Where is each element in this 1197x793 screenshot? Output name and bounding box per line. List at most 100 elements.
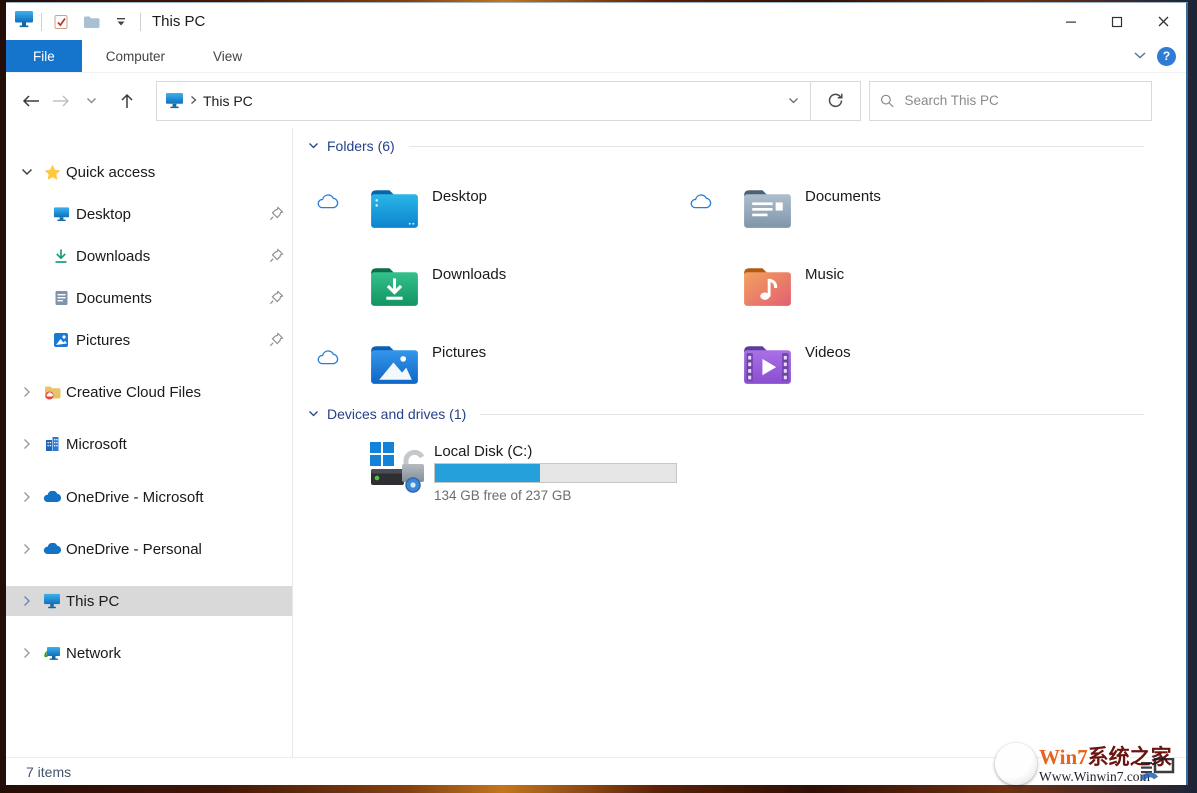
customize-toolbar-dropdown[interactable]	[109, 10, 133, 34]
document-icon	[52, 289, 70, 307]
sidebar-item-onedrive-personal[interactable]: OneDrive - Personal	[6, 534, 292, 564]
sidebar-item-quick-access[interactable]: Quick access	[6, 157, 292, 187]
explorer-window: This PC File Computer View ?	[6, 2, 1188, 785]
watermark: Win7系统之家 Www.Winwin7.com	[993, 741, 1193, 793]
onedrive-cloud-icon	[43, 540, 61, 558]
system-drive-icon	[366, 436, 426, 496]
windows-flag-logo-icon	[995, 743, 1037, 785]
recent-locations-chevron-icon[interactable]	[76, 86, 106, 116]
pin-icon	[269, 290, 284, 309]
sidebar-item-network[interactable]: Network	[6, 638, 292, 668]
star-icon	[43, 163, 61, 181]
breadcrumb[interactable]: This PC	[203, 93, 253, 109]
onedrive-status-cloud-icon	[689, 193, 712, 210]
sidebar-item-downloads[interactable]: Downloads	[6, 241, 292, 271]
group-divider	[480, 414, 1144, 415]
chevron-right-icon[interactable]	[19, 593, 35, 609]
forward-button[interactable]	[46, 86, 76, 116]
overlapping-monitor-glyph-icon	[1141, 758, 1175, 789]
collapse-group-chevron-icon[interactable]	[308, 142, 319, 150]
folder-tile-desktop[interactable]: Desktop	[301, 179, 487, 236]
back-button[interactable]	[16, 86, 46, 116]
onedrive-status-cloud-icon	[316, 193, 339, 210]
pin-icon	[269, 248, 284, 267]
address-bar[interactable]: This PC	[156, 81, 811, 121]
videos-folder-icon	[739, 335, 796, 392]
folder-tile-downloads[interactable]: Downloads	[301, 257, 506, 314]
onedrive-status-cloud-icon	[316, 349, 339, 366]
pin-icon	[269, 332, 284, 351]
sidebar-item-desktop[interactable]: Desktop	[6, 199, 292, 229]
pictures-folder-icon	[366, 335, 423, 392]
search-icon	[880, 93, 895, 109]
sidebar-item-onedrive-microsoft[interactable]: OneDrive - Microsoft	[6, 482, 292, 512]
item-count: 7 items	[26, 764, 71, 780]
minimize-button[interactable]	[1048, 3, 1094, 40]
sidebar-item-microsoft[interactable]: Microsoft	[6, 429, 292, 459]
folder-tile-music[interactable]: Music	[674, 257, 844, 314]
creative-cloud-folder-icon	[43, 383, 61, 401]
sidebar-item-documents[interactable]: Documents	[6, 283, 292, 313]
sidebar-item-creative-cloud-files[interactable]: Creative Cloud Files	[6, 377, 292, 407]
this-pc-icon	[165, 92, 184, 109]
watermark-brand-prefix: Win7	[1039, 745, 1088, 769]
desktop-icon	[52, 205, 70, 223]
navigation-bar: This PC	[6, 73, 1186, 128]
titlebar-separator	[41, 13, 42, 31]
tab-view[interactable]: View	[189, 40, 266, 72]
refresh-button[interactable]	[811, 81, 861, 121]
pin-icon	[269, 206, 284, 225]
navigation-pane: Quick access Desktop Downloads Documents…	[6, 128, 293, 757]
help-icon[interactable]: ?	[1157, 47, 1176, 66]
quick-access-toolbar	[49, 10, 133, 34]
folder-tile-documents[interactable]: Documents	[674, 179, 881, 236]
chevron-right-icon[interactable]	[19, 645, 35, 661]
minimize-ribbon-chevron-icon[interactable]	[1133, 47, 1147, 65]
tab-file[interactable]: File	[6, 40, 82, 72]
search-box[interactable]	[869, 81, 1152, 121]
drive-tile-local-disk-c[interactable]: Local Disk (C:) 134 GB free of 237 GB	[366, 436, 677, 503]
search-input[interactable]	[905, 93, 1142, 108]
folder-tile-videos[interactable]: Videos	[674, 335, 851, 392]
documents-folder-icon	[739, 179, 796, 236]
chevron-right-icon[interactable]	[19, 384, 35, 400]
close-button[interactable]	[1140, 3, 1186, 40]
drive-name: Local Disk (C:)	[434, 443, 677, 460]
file-list-pane: Folders (6) Desktop Documents	[293, 128, 1186, 757]
breadcrumb-chevron-icon[interactable]	[190, 94, 197, 108]
tab-computer[interactable]: Computer	[82, 40, 189, 72]
maximize-button[interactable]	[1094, 3, 1140, 40]
chevron-down-icon[interactable]	[19, 164, 35, 180]
downloads-folder-icon	[366, 257, 423, 314]
disk-usage-bar	[434, 463, 677, 483]
titlebar-separator	[140, 13, 141, 31]
this-pc-app-icon	[14, 10, 34, 33]
titlebar: This PC	[6, 3, 1186, 40]
download-icon	[52, 247, 70, 265]
onedrive-cloud-icon	[43, 488, 61, 506]
collapse-group-chevron-icon[interactable]	[308, 410, 319, 418]
address-dropdown-chevron-icon[interactable]	[776, 82, 810, 120]
window-controls	[1048, 3, 1186, 40]
up-button[interactable]	[112, 86, 142, 116]
chevron-right-icon[interactable]	[19, 489, 35, 505]
window-title: This PC	[152, 13, 205, 30]
sidebar-item-this-pc[interactable]: This PC	[6, 586, 292, 616]
pictures-icon	[52, 331, 70, 349]
group-divider	[409, 146, 1144, 147]
chevron-right-icon[interactable]	[19, 436, 35, 452]
new-folder-button[interactable]	[79, 10, 103, 34]
disk-usage-fill	[435, 464, 540, 482]
chevron-right-icon[interactable]	[19, 541, 35, 557]
building-icon	[43, 435, 61, 453]
drive-free-space: 134 GB free of 237 GB	[434, 488, 677, 503]
properties-button[interactable]	[49, 10, 73, 34]
network-icon	[43, 644, 61, 662]
this-pc-icon	[43, 592, 61, 610]
group-header-folders[interactable]: Folders (6)	[308, 138, 1144, 154]
music-folder-icon	[739, 257, 796, 314]
group-header-devices[interactable]: Devices and drives (1)	[308, 406, 1144, 422]
folder-tile-pictures[interactable]: Pictures	[301, 335, 486, 392]
desktop-folder-icon	[366, 179, 423, 236]
sidebar-item-pictures[interactable]: Pictures	[6, 325, 292, 355]
